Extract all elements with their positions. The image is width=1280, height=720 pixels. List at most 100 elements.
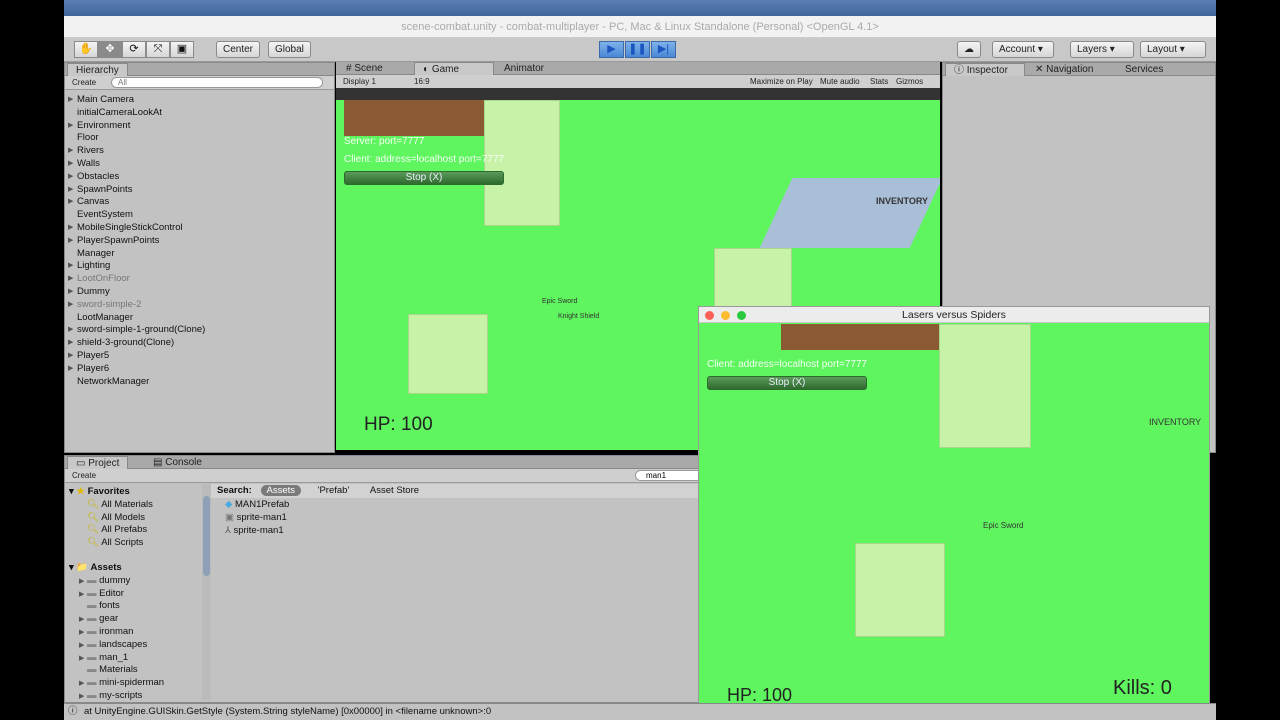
- global-button[interactable]: Global: [268, 41, 311, 58]
- folder-item[interactable]: ▶ ▬ mini-spiderman: [69, 677, 211, 690]
- hand-icon[interactable]: ✋: [74, 41, 98, 58]
- expand-arrow-icon[interactable]: ▶: [68, 350, 73, 363]
- minimize-button[interactable]: [721, 311, 730, 320]
- hierarchy-item[interactable]: ▶ LootOnFloor: [65, 273, 334, 286]
- layers-dropdown[interactable]: Layers ▾: [1070, 41, 1134, 58]
- maximize-on-play-toggle[interactable]: Maximize on Play: [746, 76, 817, 87]
- hierarchy-item[interactable]: Floor: [65, 132, 334, 145]
- hierarchy-item[interactable]: NetworkManager: [65, 376, 334, 389]
- favorite-item[interactable]: 🔍︎ All Prefabs: [69, 524, 211, 537]
- scope-asset-store[interactable]: Asset Store: [370, 485, 419, 496]
- cloud-icon[interactable]: ☁: [957, 41, 981, 58]
- expand-arrow-icon[interactable]: ▶: [68, 120, 73, 133]
- tab-services[interactable]: Services: [1117, 63, 1171, 76]
- scope-prefab[interactable]: 'Prefab': [318, 485, 350, 496]
- hierarchy-item[interactable]: ▶ sword-simple-1-ground(Clone): [65, 324, 334, 337]
- folder-item[interactable]: ▶ ▬ dummy: [69, 575, 211, 588]
- expand-arrow-icon[interactable]: ▶: [68, 363, 73, 376]
- hierarchy-item[interactable]: ▶ Canvas: [65, 196, 334, 209]
- expand-arrow-icon[interactable]: ▶: [68, 337, 73, 350]
- favorite-item[interactable]: 🔍︎ All Models: [69, 512, 211, 525]
- tab-console[interactable]: ▤ Console: [145, 456, 210, 469]
- scope-assets[interactable]: Assets: [260, 485, 302, 496]
- expand-arrow-icon[interactable]: ▶: [68, 94, 73, 107]
- hierarchy-item[interactable]: ▶ Lighting: [65, 260, 334, 273]
- asset-result[interactable]: ▣ sprite-man1: [225, 512, 289, 525]
- rect-icon[interactable]: ▣: [170, 41, 194, 58]
- player-window[interactable]: Lasers versus Spiders Client: address=lo…: [698, 306, 1210, 708]
- display-dropdown[interactable]: Display 1: [339, 76, 403, 87]
- project-search-input[interactable]: [635, 470, 705, 481]
- scale-icon[interactable]: ⤧: [146, 41, 170, 58]
- expand-arrow-icon[interactable]: ▶: [68, 184, 73, 197]
- hierarchy-search-input[interactable]: [111, 77, 323, 88]
- create-button[interactable]: Create: [68, 470, 100, 481]
- tab-inspector[interactable]: ⓘ Inspector: [945, 63, 1025, 76]
- expand-arrow-icon[interactable]: ▶: [68, 235, 73, 248]
- hierarchy-item[interactable]: LootManager: [65, 312, 334, 325]
- assets-header[interactable]: ▾ 📁 Assets: [69, 562, 211, 575]
- hierarchy-item[interactable]: ▶ shield-3-ground(Clone): [65, 337, 334, 350]
- inventory-label[interactable]: INVENTORY: [876, 196, 928, 206]
- gizmos-dropdown[interactable]: Gizmos: [892, 76, 927, 87]
- stop-button[interactable]: Stop (X): [344, 171, 504, 185]
- expand-arrow-icon[interactable]: ▶: [68, 158, 73, 171]
- close-button[interactable]: [705, 311, 714, 320]
- folder-item[interactable]: ▬ fonts: [69, 600, 211, 613]
- hierarchy-item[interactable]: ▶ Environment: [65, 120, 334, 133]
- tab-project[interactable]: ▭ Project: [67, 456, 129, 469]
- expand-arrow-icon[interactable]: ▶: [68, 171, 73, 184]
- status-bar[interactable]: ⓘ at UnityEngine.GUISkin.GetStyle (Syste…: [64, 703, 1216, 720]
- hierarchy-item[interactable]: initialCameraLookAt: [65, 107, 334, 120]
- hierarchy-item[interactable]: ▶ Player5: [65, 350, 334, 363]
- asset-result[interactable]: ⅄ sprite-man1: [225, 525, 289, 538]
- expand-arrow-icon[interactable]: ▶: [68, 299, 73, 312]
- tab-scene[interactable]: # Scene: [338, 62, 391, 75]
- player-window-titlebar[interactable]: Lasers versus Spiders: [699, 307, 1209, 323]
- folder-item[interactable]: ▶ ▬ Editor: [69, 588, 211, 601]
- aspect-dropdown[interactable]: 16:9: [410, 76, 530, 87]
- pivot-center-button[interactable]: Center: [216, 41, 261, 58]
- hierarchy-item[interactable]: ▶ Walls: [65, 158, 334, 171]
- account-dropdown[interactable]: Account ▾: [992, 41, 1054, 58]
- tab-hierarchy[interactable]: Hierarchy: [67, 63, 128, 76]
- folder-item[interactable]: ▶ ▬ landscapes: [69, 639, 211, 652]
- stop-button[interactable]: Stop (X): [707, 376, 867, 390]
- folder-item[interactable]: ▶ ▬ my-scripts: [69, 690, 211, 703]
- step-icon[interactable]: ▶|: [651, 41, 676, 58]
- hierarchy-item[interactable]: ▶ sword-simple-2: [65, 299, 334, 312]
- expand-arrow-icon[interactable]: ▶: [68, 196, 73, 209]
- expand-arrow-icon[interactable]: ▶: [68, 222, 73, 235]
- folder-item[interactable]: ▶ ▬ man_1: [69, 652, 211, 665]
- tab-game[interactable]: ◐ Game: [414, 62, 494, 75]
- hierarchy-item[interactable]: ▶ Dummy: [65, 286, 334, 299]
- hierarchy-item[interactable]: ▶ PlayerSpawnPoints: [65, 235, 334, 248]
- stats-toggle[interactable]: Stats: [866, 76, 892, 87]
- rotate-icon[interactable]: ⟳: [122, 41, 146, 58]
- pause-icon[interactable]: ❚❚: [625, 41, 650, 58]
- favorite-item[interactable]: 🔍︎ All Materials: [69, 499, 211, 512]
- expand-arrow-icon[interactable]: ▶: [68, 273, 73, 286]
- expand-arrow-icon[interactable]: ▶: [68, 324, 73, 337]
- hierarchy-item[interactable]: ▶ Obstacles: [65, 171, 334, 184]
- favorite-item[interactable]: 🔍︎ All Scripts: [69, 537, 211, 550]
- hierarchy-item[interactable]: ▶ MobileSingleStickControl: [65, 222, 334, 235]
- expand-arrow-icon[interactable]: ▶: [68, 260, 73, 273]
- tab-animator[interactable]: Animator: [496, 62, 552, 75]
- move-icon[interactable]: ✥: [98, 41, 122, 58]
- hierarchy-item[interactable]: EventSystem: [65, 209, 334, 222]
- hierarchy-item[interactable]: ▶ SpawnPoints: [65, 184, 334, 197]
- hierarchy-item[interactable]: Manager: [65, 248, 334, 261]
- expand-arrow-icon[interactable]: ▶: [68, 286, 73, 299]
- tree-scrollbar[interactable]: [202, 484, 211, 700]
- inventory-label[interactable]: INVENTORY: [1149, 417, 1201, 427]
- tab-navigation[interactable]: ✕ Navigation: [1027, 63, 1101, 76]
- folder-item[interactable]: ▶ ▬ gear: [69, 613, 211, 626]
- mute-audio-toggle[interactable]: Mute audio: [816, 76, 864, 87]
- create-button[interactable]: Create: [68, 77, 100, 88]
- layout-dropdown[interactable]: Layout ▾: [1140, 41, 1206, 58]
- favorites-header[interactable]: ▾ ★ Favorites: [69, 486, 211, 499]
- hierarchy-item[interactable]: ▶ Player6: [65, 363, 334, 376]
- zoom-button[interactable]: [737, 311, 746, 320]
- play-icon[interactable]: ▶: [599, 41, 624, 58]
